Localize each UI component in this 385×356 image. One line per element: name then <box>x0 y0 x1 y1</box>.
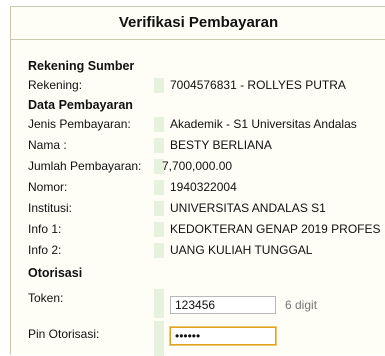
label-info-1: Info 1: <box>28 222 62 236</box>
row-gutter <box>154 78 164 93</box>
row-gutter <box>154 138 164 153</box>
row-gutter <box>154 201 164 216</box>
value-info-2: UANG KULIAH TUNGGAL <box>170 243 313 257</box>
row-jumlah-pembayaran: Jumlah Pembayaran: 7,700,000.00 <box>11 157 385 176</box>
row-gutter <box>154 180 164 195</box>
label-info-2: Info 2: <box>28 243 62 257</box>
value-rekening: 7004576831 - ROLLYES PUTRA <box>170 78 346 92</box>
token-gutter <box>154 289 164 318</box>
pin-otorisasi-input[interactable]: •••••• <box>170 327 276 345</box>
value-info-1: KEDOKTERAN GENAP 2019 PROFES <box>170 222 381 236</box>
verification-panel: Verifikasi Pembayaran Rekening Sumber Re… <box>10 6 385 356</box>
label-nomor: Nomor: <box>28 180 68 194</box>
pin-gutter <box>154 321 164 356</box>
row-gutter <box>154 243 164 258</box>
panel-title: Verifikasi Pembayaran <box>11 7 385 40</box>
token-hint: 6 digit <box>285 298 318 312</box>
row-info-2: Info 2: UANG KULIAH TUNGGAL <box>11 241 385 260</box>
label-nama: Nama : <box>28 138 67 152</box>
section-otorisasi: Otorisasi <box>28 266 83 280</box>
label-jenis-pembayaran: Jenis Pembayaran: <box>28 117 131 131</box>
row-gutter <box>154 222 164 237</box>
row-nomor: Nomor: 1940322004 <box>11 178 385 197</box>
value-institusi: UNIVERSITAS ANDALAS S1 <box>170 201 326 215</box>
label-jumlah-pembayaran: Jumlah Pembayaran: <box>28 159 142 173</box>
section-rekening-sumber: Rekening Sumber <box>28 59 135 73</box>
value-nama: BESTY BERLIANA <box>170 138 272 152</box>
label-pin-otorisasi: Pin Otorisasi: <box>28 327 100 341</box>
value-nomor: 1940322004 <box>170 180 237 194</box>
label-institusi: Institusi: <box>28 201 73 215</box>
row-info-1: Info 1: KEDOKTERAN GENAP 2019 PROFES <box>11 220 385 239</box>
label-rekening: Rekening: <box>28 78 83 92</box>
row-institusi: Institusi: UNIVERSITAS ANDALAS S1 <box>11 199 385 218</box>
row-rekening: Rekening: 7004576831 - ROLLYES PUTRA <box>11 76 385 95</box>
row-jenis-pembayaran: Jenis Pembayaran: Akademik - S1 Universi… <box>11 115 385 134</box>
section-data-pembayaran: Data Pembayaran <box>28 98 133 112</box>
token-input[interactable]: 123456 <box>170 296 276 314</box>
value-jumlah-pembayaran: 7,700,000.00 <box>162 159 233 173</box>
row-nama: Nama : BESTY BERLIANA <box>11 136 385 155</box>
row-gutter <box>154 117 164 132</box>
value-jenis-pembayaran: Akademik - S1 Universitas Andalas <box>170 117 357 131</box>
label-token: Token: <box>28 291 64 305</box>
